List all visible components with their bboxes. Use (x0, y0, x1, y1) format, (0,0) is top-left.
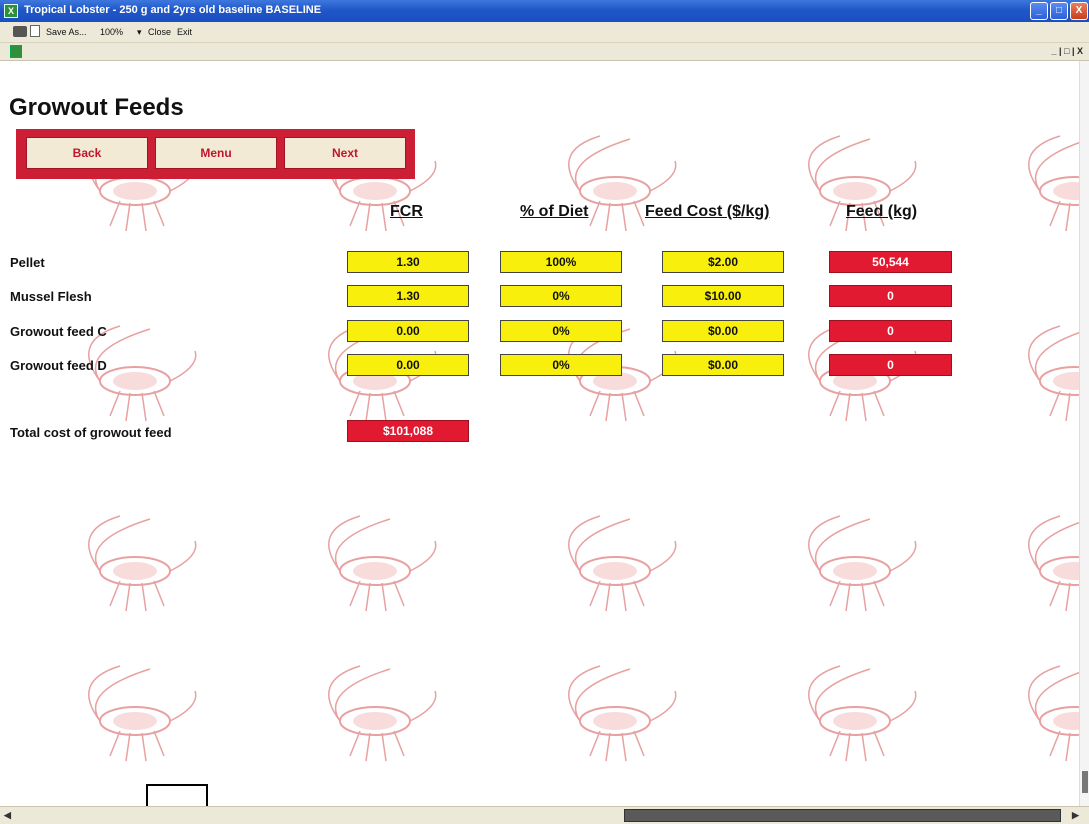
feed-d-cost-input[interactable]: $0.00 (662, 354, 784, 376)
feed-c-feed-output: 0 (829, 320, 952, 342)
total-cost-value: $101,088 (347, 420, 469, 442)
total-cost-label: Total cost of growout feed (10, 425, 172, 440)
sheet-window-controls[interactable]: _ | □ | X (1052, 46, 1083, 56)
pellet-diet-input[interactable]: 100% (500, 251, 622, 273)
column-header-fcr: FCR (390, 203, 423, 220)
mussel-fcr-input[interactable]: 1.30 (347, 285, 469, 307)
selected-cell[interactable] (146, 784, 208, 806)
pellet-feed-output: 50,544 (829, 251, 952, 273)
excel-app-icon: X (4, 4, 18, 18)
zoom-select[interactable]: 100% (100, 27, 123, 37)
horizontal-scroll-thumb[interactable] (624, 809, 1061, 822)
scroll-right-icon[interactable]: ▶ (1072, 810, 1079, 821)
feed-d-diet-input[interactable]: 0% (500, 354, 622, 376)
workbook-icon (10, 45, 22, 58)
close-button[interactable]: Close (148, 27, 171, 37)
navigation-frame: Back Menu Next (16, 129, 415, 179)
vertical-scrollbar[interactable] (1079, 61, 1089, 806)
mussel-cost-input[interactable]: $10.00 (662, 285, 784, 307)
feed-d-feed-output: 0 (829, 354, 952, 376)
column-header-feed-cost: Feed Cost ($/kg) (645, 203, 770, 220)
feed-c-diet-input[interactable]: 0% (500, 320, 622, 342)
spreadsheet-area: Growout Feeds Back Menu Next FCR % of Di… (0, 61, 1089, 806)
back-button[interactable]: Back (26, 137, 148, 169)
feed-d-fcr-input[interactable]: 0.00 (347, 354, 469, 376)
menu-button[interactable]: Menu (155, 137, 277, 169)
pellet-cost-input[interactable]: $2.00 (662, 251, 784, 273)
mussel-feed-output: 0 (829, 285, 952, 307)
exit-button[interactable]: Exit (177, 27, 192, 37)
next-button[interactable]: Next (284, 137, 406, 169)
vertical-scroll-thumb[interactable] (1082, 771, 1088, 793)
horizontal-scrollbar[interactable]: ◀ ▶ (0, 806, 1089, 824)
page-preview-icon[interactable] (30, 25, 40, 37)
window-title-bar: X Tropical Lobster - 250 g and 2yrs old … (0, 0, 1089, 22)
feed-c-fcr-input[interactable]: 0.00 (347, 320, 469, 342)
row-label-growout-feed-d: Growout feed D (10, 358, 107, 373)
chevron-down-icon[interactable]: ▾ (137, 27, 142, 38)
column-header-percent-diet: % of Diet (520, 203, 589, 220)
column-header-feed-kg: Feed (kg) (846, 203, 918, 220)
row-label-pellet: Pellet (10, 255, 45, 270)
restore-button[interactable]: □ (1050, 2, 1068, 20)
row-label-mussel-flesh: Mussel Flesh (10, 289, 92, 304)
save-as-button[interactable]: Save As... (46, 27, 87, 37)
feed-c-cost-input[interactable]: $0.00 (662, 320, 784, 342)
row-label-growout-feed-c: Growout feed C (10, 324, 107, 339)
mussel-diet-input[interactable]: 0% (500, 285, 622, 307)
pellet-fcr-input[interactable]: 1.30 (347, 251, 469, 273)
close-window-button[interactable]: X (1070, 2, 1088, 20)
window-title: Tropical Lobster - 250 g and 2yrs old ba… (24, 4, 322, 16)
print-preview-toolbar: Save As... 100% ▾ Close Exit _ | □ | X (0, 22, 1089, 61)
printer-icon[interactable] (13, 26, 27, 37)
page-title: Growout Feeds (9, 94, 184, 121)
minimize-button[interactable]: _ (1030, 2, 1048, 20)
scroll-left-icon[interactable]: ◀ (4, 810, 11, 821)
